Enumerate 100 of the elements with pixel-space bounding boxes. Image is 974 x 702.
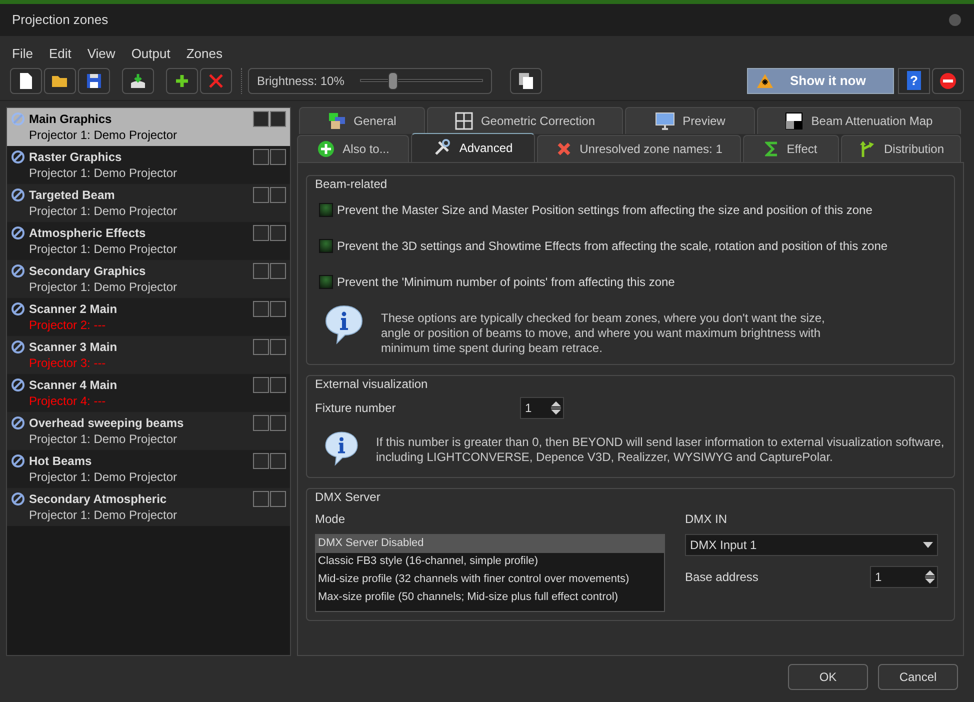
toggle-square[interactable]: [253, 148, 269, 164]
tab[interactable]: General: [299, 106, 425, 134]
menu-item[interactable]: Zones: [186, 44, 222, 64]
cross-icon: [208, 72, 224, 88]
toolbar-button[interactable]: [122, 68, 154, 94]
help-button[interactable]: ?: [898, 68, 930, 94]
toggle-square[interactable]: [253, 490, 269, 506]
tab[interactable]: Also to...: [297, 134, 409, 162]
tab[interactable]: Advanced: [411, 132, 535, 162]
branch-arrow-icon: [858, 140, 876, 158]
checkbox[interactable]: [319, 202, 333, 216]
group-title: External visualization: [315, 376, 429, 392]
zone-item[interactable]: Main Graphics Projector 1: Demo Projector: [7, 108, 290, 146]
prohibited-icon: [11, 492, 25, 506]
window-title: Projection zones: [12, 11, 108, 30]
zone-name: Secondary Graphics: [29, 262, 147, 278]
base-address-field[interactable]: 1: [870, 566, 938, 588]
toolbar-button[interactable]: [510, 68, 542, 94]
toggle-square[interactable]: [253, 414, 269, 430]
toolbar-button[interactable]: [44, 68, 76, 94]
toggle-square[interactable]: [253, 110, 269, 126]
toggle-square[interactable]: [270, 414, 286, 430]
menu-item[interactable]: File: [12, 44, 33, 64]
zone-item[interactable]: Scanner 3 Main Projector 3: ---: [7, 336, 290, 374]
mode-option[interactable]: DMX Server Disabled: [316, 534, 664, 552]
folder-icon: [51, 74, 69, 88]
tab[interactable]: Preview: [625, 106, 755, 134]
zone-item[interactable]: Scanner 4 Main Projector 4: ---: [7, 374, 290, 412]
prohibited-icon: [11, 188, 25, 202]
toggle-square[interactable]: [253, 376, 269, 392]
slider-thumb[interactable]: [388, 72, 398, 90]
toggle-square[interactable]: [253, 224, 269, 240]
squares-icon: [328, 112, 346, 130]
zone-item[interactable]: Atmospheric Effects Projector 1: Demo Projector: [7, 222, 290, 260]
toggle-square[interactable]: [270, 338, 286, 354]
brightness-slider[interactable]: [360, 72, 483, 90]
fixture-number-field[interactable]: 1: [520, 396, 564, 418]
toolbar-button[interactable]: [78, 68, 110, 94]
toolbar-button[interactable]: [10, 68, 42, 94]
tab[interactable]: Distribution: [841, 134, 961, 162]
mode-option[interactable]: Max-size profile (50 channels; Mid-size plus full effect control): [316, 588, 664, 606]
plus-circle-icon: [316, 140, 335, 158]
dmx-in-dropdown[interactable]: DMX Input 1: [685, 534, 938, 556]
spinner-arrows-icon[interactable]: [549, 400, 563, 416]
toggle-square[interactable]: [253, 338, 269, 354]
toggle-square[interactable]: [270, 490, 286, 506]
menu-item[interactable]: Output: [131, 44, 170, 64]
info-text: These options are typically checked for beam zones, where you don't want the size, angle or position of beams to move, and where you want maximum brightness with minimum time spent during beam retrace.: [381, 310, 826, 356]
prohibited-icon: [11, 378, 25, 392]
toggle-square[interactable]: [253, 452, 269, 468]
toggle-square[interactable]: [270, 300, 286, 316]
zone-projector: Projector 1: Demo Projector: [29, 278, 178, 294]
zone-projector: Projector 3: ---: [29, 354, 107, 370]
zone-name: Scanner 4 Main: [29, 376, 118, 392]
zone-projector: Projector 2: ---: [29, 316, 107, 332]
toggle-square[interactable]: [270, 148, 286, 164]
toggle-square[interactable]: [270, 452, 286, 468]
menu-item[interactable]: Edit: [48, 44, 72, 64]
close-icon[interactable]: [948, 13, 962, 27]
cross-icon: [556, 140, 572, 156]
toggle-square[interactable]: [270, 376, 286, 392]
toggle-square[interactable]: [253, 300, 269, 316]
zone-projector: Projector 1: Demo Projector: [29, 430, 178, 446]
checkbox-label: Prevent the 3D settings and Showtime Effects from affecting the scale, rotation and position of this zone: [337, 238, 888, 254]
zone-item[interactable]: Secondary Graphics Projector 1: Demo Projector: [7, 260, 290, 298]
dialog-button[interactable]: Cancel: [878, 664, 958, 690]
checkbox[interactable]: [319, 274, 333, 288]
checkbox-label: Prevent the Master Size and Master Position settings from affecting the size and position of this zone: [337, 202, 872, 218]
zone-item[interactable]: Secondary Atmospheric Projector 1: Demo Projector: [7, 488, 290, 526]
tab[interactable]: Geometric Correction: [427, 106, 623, 134]
toggle-square[interactable]: [270, 186, 286, 202]
zone-projector: Projector 4: ---: [29, 392, 107, 408]
tab[interactable]: Unresolved zone names: 1: [537, 134, 741, 162]
menu-item[interactable]: View: [87, 44, 116, 64]
toolbar-button[interactable]: [932, 68, 964, 94]
tab[interactable]: Beam Attenuation Map: [757, 106, 961, 134]
zone-item[interactable]: Hot Beams Projector 1: Demo Projector: [7, 450, 290, 488]
zone-item[interactable]: Targeted Beam Projector 1: Demo Projector: [7, 184, 290, 222]
toggle-square[interactable]: [270, 262, 286, 278]
spinner-arrows-icon[interactable]: [923, 568, 937, 584]
toggle-square[interactable]: [270, 110, 286, 126]
zone-item[interactable]: Raster Graphics Projector 1: Demo Projector: [7, 146, 290, 184]
base-address-label: Base address: [685, 568, 758, 586]
checkbox[interactable]: [319, 238, 333, 252]
laser-warning-icon: [756, 72, 774, 88]
zone-item[interactable]: Scanner 2 Main Projector 2: ---: [7, 298, 290, 336]
toolbar-button[interactable]: [166, 68, 198, 94]
zone-item[interactable]: Overhead sweeping beams Projector 1: Demo Projector: [7, 412, 290, 450]
zone-name: Secondary Atmospheric: [29, 490, 168, 506]
checkbox-label: Prevent the 'Minimum number of points' from affecting this zone: [337, 274, 675, 290]
dialog-button[interactable]: OK: [788, 664, 868, 690]
toggle-square[interactable]: [253, 262, 269, 278]
zone-projector: Projector 1: Demo Projector: [29, 126, 178, 142]
tab[interactable]: Effect: [743, 134, 839, 162]
info-text: If this number is greater than 0, then BEYOND will send laser information to external visualization software, including LIGHTCONVERSE, Depence V3D, Realizzer, WYSIWYG and CapturePolar.: [376, 434, 946, 464]
toggle-square[interactable]: [270, 224, 286, 240]
toggle-square[interactable]: [253, 186, 269, 202]
mode-option[interactable]: Classic FB3 style (16-channel, simple profile): [316, 552, 664, 570]
mode-option[interactable]: Mid-size profile (32 channels with finer control over movements): [316, 570, 664, 588]
zone-name: Targeted Beam: [29, 186, 116, 202]
